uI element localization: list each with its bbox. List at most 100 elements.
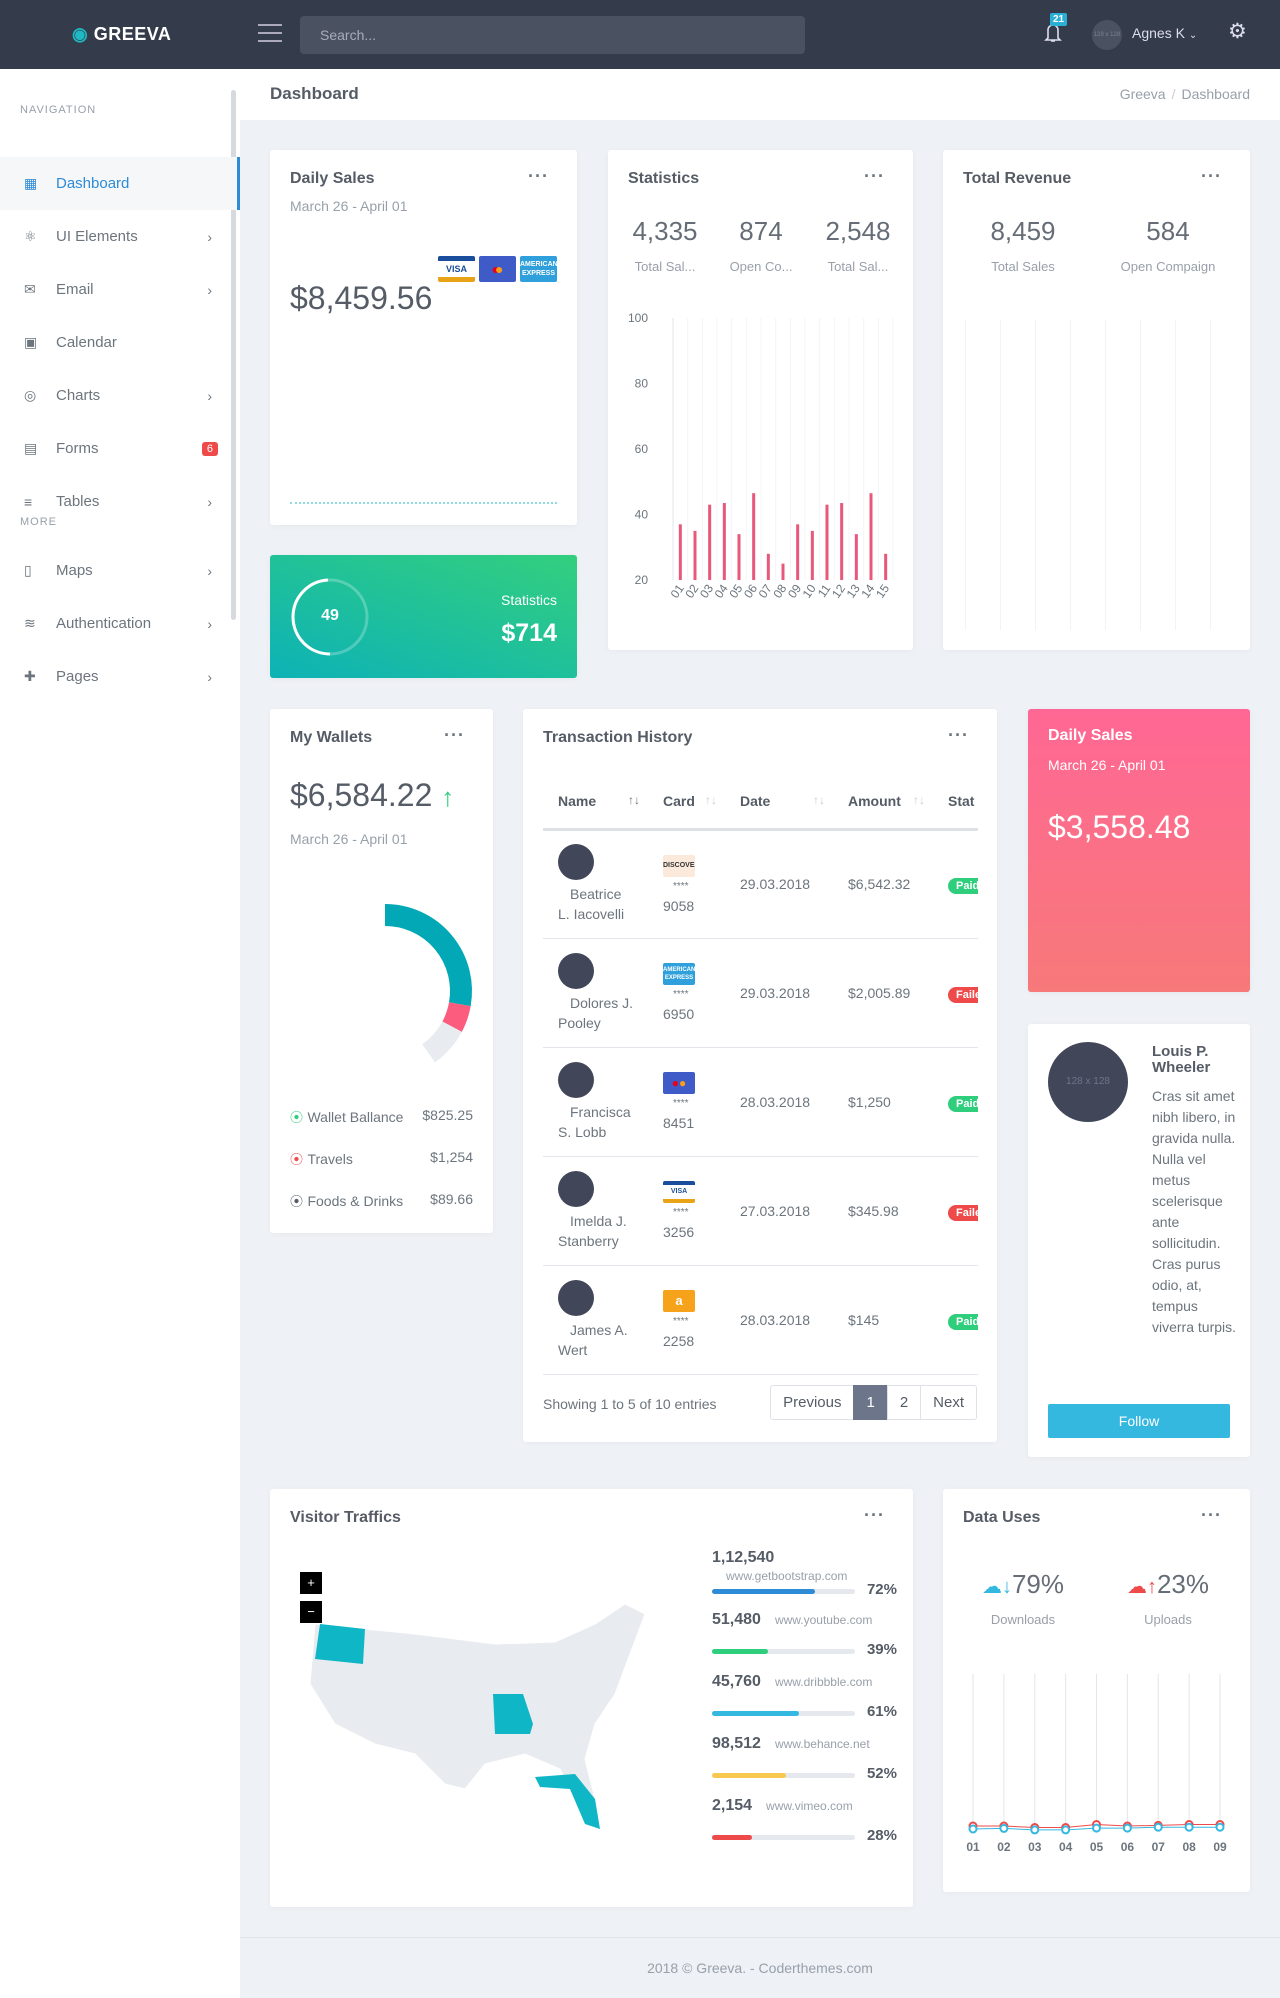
sidebar-item-forms[interactable]: ▤ Forms 6 xyxy=(0,422,240,475)
visitor-url[interactable]: www.behance.net xyxy=(775,1737,870,1751)
column-name[interactable]: Name ↑↓ xyxy=(543,775,648,831)
visitor-url[interactable]: www.getbootstrap.com xyxy=(726,1569,847,1583)
logo[interactable]: ◉ GREEVA xyxy=(72,24,171,45)
pagination-previous[interactable]: Previous xyxy=(770,1385,855,1420)
map-zoom-out-button[interactable]: − xyxy=(300,1601,322,1623)
bar xyxy=(737,534,741,580)
more-menu-icon[interactable]: ··· xyxy=(864,166,885,187)
sparkline xyxy=(290,502,557,504)
data-point xyxy=(1184,1822,1194,1832)
footer-divider xyxy=(240,1937,1280,1938)
sidebar-item-charts[interactable]: ◎ Charts › xyxy=(0,369,240,422)
table-row[interactable]: Imelda J. Stanberry VISA **** 3256 27.03.20… xyxy=(543,1156,978,1266)
legend-label: Travels xyxy=(307,1151,353,1167)
visitor-url[interactable]: www.youtube.com xyxy=(775,1613,872,1627)
sidebar-item-dashboard[interactable]: ▦ Dashboard xyxy=(0,157,240,210)
name-first: Francisca xyxy=(570,1103,631,1120)
sidebar-item-authentication[interactable]: ≋ Authentication › xyxy=(0,597,240,650)
user-menu[interactable]: Agnes K ⌄ xyxy=(1132,25,1197,41)
card-last4: 9058 xyxy=(663,897,695,914)
table-row[interactable]: Francisca S. Lobb ●● **** 8451 28.03.2018 $… xyxy=(543,1047,978,1157)
column-status[interactable]: Stat xyxy=(933,775,978,831)
daily-sales-card: Daily Sales ··· March 26 - April 01 VISA… xyxy=(270,150,577,525)
y-tick-label: 20 xyxy=(635,573,649,587)
column-card[interactable]: Card ↑↓ xyxy=(648,775,725,831)
card-logos: VISA ●● AMERICAN EXPRESS xyxy=(434,256,557,282)
sidebar-item-maps[interactable]: ▯ Maps › xyxy=(0,544,240,597)
x-tick-label: 02 xyxy=(997,1840,1011,1854)
cell-status: Failed xyxy=(933,938,978,1048)
stat-total-sales: 4,335 Total Sal... xyxy=(620,216,710,274)
menu-toggle-icon[interactable] xyxy=(258,24,282,42)
visitor-percent: 28% xyxy=(866,1827,897,1844)
stat-value: 874 xyxy=(739,216,783,246)
sidebar-item-ui-elements[interactable]: ⚛ UI Elements › xyxy=(0,210,240,263)
name-last: S. Lobb xyxy=(558,1123,607,1140)
pagination-page-2[interactable]: 2 xyxy=(886,1385,922,1420)
name-first: James A. xyxy=(570,1321,628,1338)
more-menu-icon[interactable]: ··· xyxy=(1201,166,1222,187)
chevron-right-icon: › xyxy=(207,668,212,685)
date-range: March 26 - April 01 xyxy=(1048,757,1166,773)
status-badge: Failed xyxy=(948,1204,978,1221)
visitor-url[interactable]: www.vimeo.com xyxy=(766,1799,853,1813)
cell-card: VISA **** 3256 xyxy=(648,1156,725,1266)
more-menu-icon[interactable]: ··· xyxy=(444,725,465,746)
follow-button[interactable]: Follow xyxy=(1048,1404,1230,1438)
status-badge: Failed xyxy=(948,986,978,1003)
user-avatar[interactable]: 128 x 128 xyxy=(1092,20,1122,50)
card-masked: **** xyxy=(673,1316,689,1327)
avatar xyxy=(558,1279,594,1316)
more-menu-icon[interactable]: ··· xyxy=(528,166,549,187)
stat-open-campaign: 874 Open Co... xyxy=(716,216,806,274)
card-brand-icon: DISCOVER xyxy=(663,854,695,877)
y-tick-label: 60 xyxy=(635,442,649,456)
more-menu-icon[interactable]: ··· xyxy=(1201,1505,1222,1526)
stat-label: Statistics xyxy=(500,592,557,608)
map-zoom-in-button[interactable]: + xyxy=(300,1572,322,1594)
more-menu-icon[interactable]: ··· xyxy=(948,725,969,746)
bar xyxy=(854,534,858,580)
visitor-percent: 72% xyxy=(866,1581,897,1598)
sidebar-item-label: Tables xyxy=(56,493,100,510)
wallet-amount-value: $6,584.22 xyxy=(290,777,433,813)
y-tick-label: 100 xyxy=(628,311,648,325)
wallet-legend-item: ⦿ Travels $1,254 xyxy=(290,1149,473,1169)
search-input[interactable] xyxy=(300,16,805,54)
pagination-next[interactable]: Next xyxy=(920,1385,977,1420)
sidebar-item-calendar[interactable]: ▣ Calendar xyxy=(0,316,240,369)
avatar xyxy=(558,844,594,880)
bar xyxy=(766,553,770,580)
visitor-count: 45,760 xyxy=(712,1673,761,1690)
table-row[interactable]: Dolores J. Pooley AMERICAN EXPRESS **** 695… xyxy=(543,938,978,1048)
date-range: March 26 - April 01 xyxy=(290,831,408,847)
pagination-page-1[interactable]: 1 xyxy=(853,1385,888,1420)
name-last: Wert xyxy=(558,1341,588,1358)
card-masked: **** xyxy=(673,989,689,1000)
column-amount[interactable]: Amount ↑↓ xyxy=(833,775,933,831)
gear-icon[interactable]: ⚙ xyxy=(1228,21,1250,43)
state-oregon[interactable] xyxy=(315,1624,365,1664)
name-first: Beatrice xyxy=(570,886,622,902)
table-row[interactable]: James A. Wert a **** 2258 28.03.2018 $145 P… xyxy=(543,1265,978,1375)
nav-section-label: NAVIGATION xyxy=(20,104,97,116)
cell-name: Imelda J. Stanberry xyxy=(543,1156,648,1266)
sidebar-item-pages[interactable]: ✚ Pages › xyxy=(0,650,240,703)
cell-card: AMERICAN EXPRESS **** 6950 xyxy=(648,938,725,1048)
more-menu-icon[interactable]: ··· xyxy=(864,1505,885,1526)
puzzle-icon: ✚ xyxy=(24,668,36,684)
cell-amount: $2,005.89 xyxy=(833,938,933,1048)
us-map[interactable] xyxy=(295,1584,675,1844)
stat-label: Uploads xyxy=(1144,1612,1192,1627)
visitor-source-item: 51,480 www.youtube.com 39% xyxy=(712,1611,897,1666)
breadcrumb-home[interactable]: Greeva xyxy=(1120,86,1166,102)
visitor-url[interactable]: www.dribbble.com xyxy=(775,1675,872,1689)
sidebar-item-label: Forms xyxy=(56,440,99,457)
sidebar-item-email[interactable]: ✉ Email › xyxy=(0,263,240,316)
stat-value: 23% xyxy=(1156,1569,1210,1599)
sidebar-item-label: Calendar xyxy=(56,334,117,351)
table-row[interactable]: Beatrice L. Iacovelli DISCOVER **** 9058 29… xyxy=(543,829,978,939)
visitor-count: 1,12,540 xyxy=(712,1549,775,1566)
column-date[interactable]: Date ↑↓ xyxy=(725,775,833,831)
status-badge: Paid xyxy=(948,878,978,894)
